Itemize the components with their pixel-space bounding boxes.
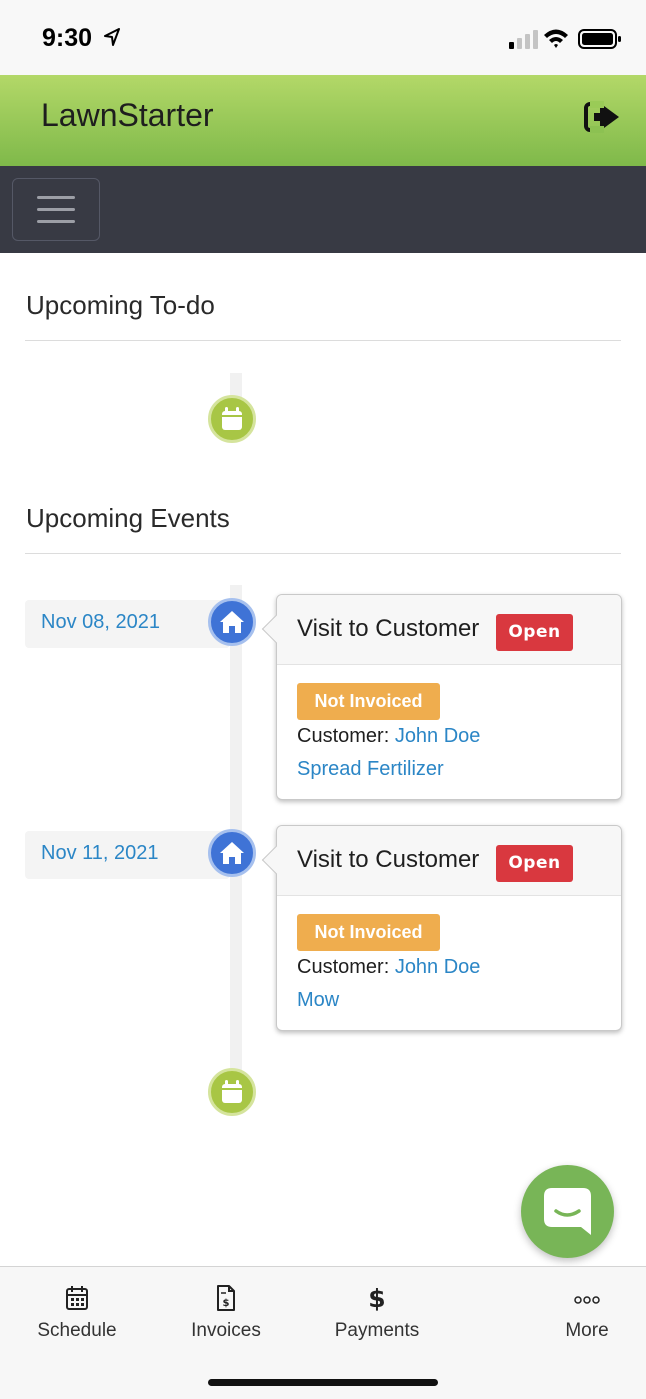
status-bar: 9:30: [0, 0, 646, 75]
tab-invoices[interactable]: $ Invoices: [166, 1285, 286, 1342]
more-icon: [574, 1296, 600, 1304]
events-section-title: Upcoming Events: [26, 503, 230, 533]
invoice-status-badge: Not Invoiced: [297, 914, 440, 951]
tab-schedule[interactable]: Schedule: [17, 1285, 137, 1342]
customer-link[interactable]: John Doe: [395, 725, 481, 747]
events-divider: [25, 553, 621, 554]
battery-icon: [578, 29, 621, 49]
calendar-icon: [208, 1068, 256, 1116]
event-card[interactable]: Visit to Customer Open Not Invoiced Cust…: [261, 594, 622, 800]
event-title: Visit to Customer: [297, 846, 480, 873]
invoice-status-badge: Not Invoiced: [297, 683, 440, 720]
status-badge: Open: [496, 845, 573, 882]
svg-text:$: $: [368, 1285, 385, 1311]
todo-section-title: Upcoming To-do: [26, 290, 215, 320]
event-date: Nov 11, 2021: [25, 831, 230, 879]
tab-label: Payments: [334, 1320, 420, 1341]
home-icon: [208, 829, 256, 877]
location-arrow-icon: [104, 28, 120, 46]
service-link[interactable]: Spread Fertilizer: [297, 758, 444, 781]
hamburger-bar-icon: [37, 196, 75, 199]
hamburger-bar-icon: [37, 208, 75, 211]
customer-label: Customer:: [297, 956, 395, 978]
chat-button[interactable]: [521, 1165, 614, 1258]
event-card[interactable]: Visit to Customer Open Not Invoiced Cust…: [261, 825, 622, 1031]
hamburger-menu-button[interactable]: [12, 178, 100, 241]
calendar-icon: [66, 1286, 88, 1310]
svg-text:$: $: [223, 1298, 230, 1309]
app-title: LawnStarter: [41, 97, 214, 133]
status-time: 9:30: [42, 24, 93, 52]
invoice-icon: $: [217, 1285, 235, 1311]
home-icon: [208, 598, 256, 646]
logout-icon[interactable]: [584, 101, 622, 133]
tab-label: Schedule: [37, 1320, 117, 1341]
chat-icon: [544, 1188, 591, 1235]
event-date: Nov 08, 2021: [25, 600, 230, 648]
customer-link[interactable]: John Doe: [395, 956, 481, 978]
tab-label: Invoices: [191, 1320, 261, 1341]
tab-payments[interactable]: $ Payments: [317, 1285, 437, 1342]
dollar-icon: $: [368, 1285, 385, 1311]
tab-more[interactable]: More: [527, 1285, 646, 1342]
event-title: Visit to Customer: [297, 615, 480, 642]
customer-line: Customer: John Doe: [297, 725, 480, 748]
status-badge: Open: [496, 614, 573, 651]
hamburger-bar-icon: [37, 220, 75, 223]
wifi-icon: [544, 29, 568, 48]
calendar-icon: [208, 395, 256, 443]
customer-line: Customer: John Doe: [297, 956, 480, 979]
service-link[interactable]: Mow: [297, 989, 339, 1012]
signal-icon: [509, 30, 538, 49]
customer-label: Customer:: [297, 725, 395, 747]
tab-label: More: [565, 1320, 609, 1341]
home-indicator: [208, 1379, 438, 1386]
todo-divider: [25, 340, 621, 341]
